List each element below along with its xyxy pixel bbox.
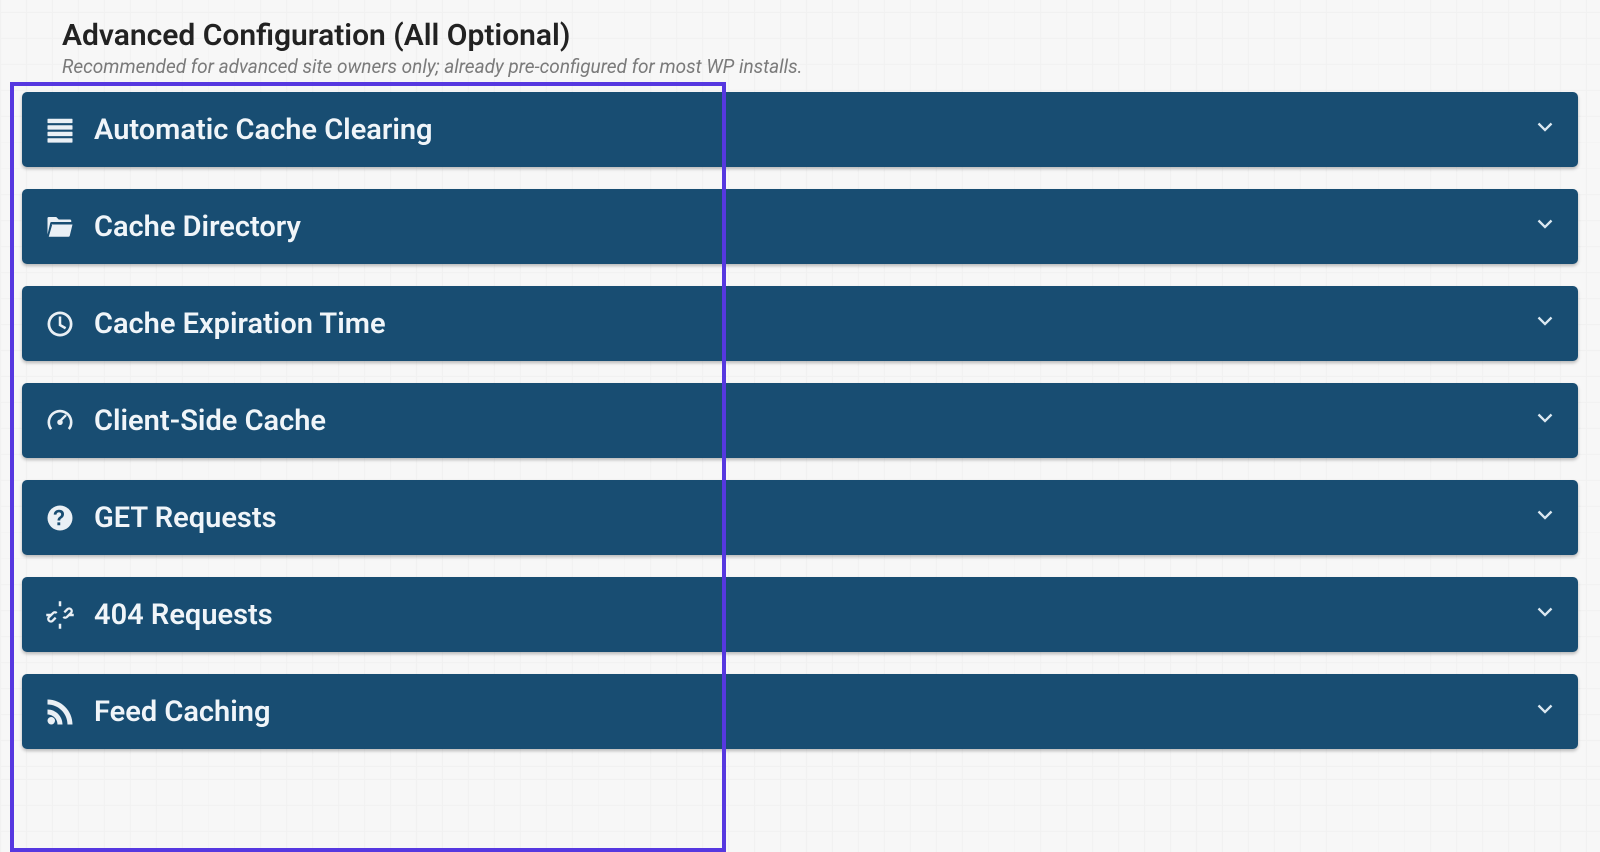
panel-label: Automatic Cache Clearing bbox=[94, 113, 1534, 147]
section-title: Advanced Configuration (All Optional) bbox=[62, 18, 1578, 53]
rss-icon bbox=[40, 697, 80, 727]
panel-label: 404 Requests bbox=[94, 598, 1534, 632]
panel-label: Cache Directory bbox=[94, 210, 1534, 244]
panel-label: Client-Side Cache bbox=[94, 404, 1534, 438]
panel-label: Feed Caching bbox=[94, 695, 1534, 729]
chevron-down-icon bbox=[1534, 699, 1556, 725]
chevron-down-icon bbox=[1534, 602, 1556, 628]
panel-404-requests[interactable]: 404 Requests bbox=[22, 577, 1578, 652]
clock-icon bbox=[40, 309, 80, 339]
panel-automatic-cache-clearing[interactable]: Automatic Cache Clearing bbox=[22, 92, 1578, 167]
panel-cache-expiration-time[interactable]: Cache Expiration Time bbox=[22, 286, 1578, 361]
chevron-down-icon bbox=[1534, 214, 1556, 240]
panel-feed-caching[interactable]: Feed Caching bbox=[22, 674, 1578, 749]
chevron-down-icon bbox=[1534, 408, 1556, 434]
question-circle-icon bbox=[40, 503, 80, 533]
section-subtitle: Recommended for advanced site owners onl… bbox=[62, 55, 1578, 78]
chevron-down-icon bbox=[1534, 505, 1556, 531]
chevron-down-icon bbox=[1534, 311, 1556, 337]
panel-cache-directory[interactable]: Cache Directory bbox=[22, 189, 1578, 264]
chevron-down-icon bbox=[1534, 117, 1556, 143]
panel-get-requests[interactable]: GET Requests bbox=[22, 480, 1578, 555]
server-stack-icon bbox=[40, 115, 80, 145]
accordion-list: Automatic Cache Clearing Cache Directory… bbox=[22, 92, 1578, 749]
panel-label: GET Requests bbox=[94, 501, 1534, 535]
panel-client-side-cache[interactable]: Client-Side Cache bbox=[22, 383, 1578, 458]
panel-label: Cache Expiration Time bbox=[94, 307, 1534, 341]
folder-open-icon bbox=[40, 212, 80, 242]
broken-link-icon bbox=[40, 600, 80, 630]
section-header: Advanced Configuration (All Optional) Re… bbox=[62, 18, 1578, 78]
gauge-icon bbox=[40, 406, 80, 436]
